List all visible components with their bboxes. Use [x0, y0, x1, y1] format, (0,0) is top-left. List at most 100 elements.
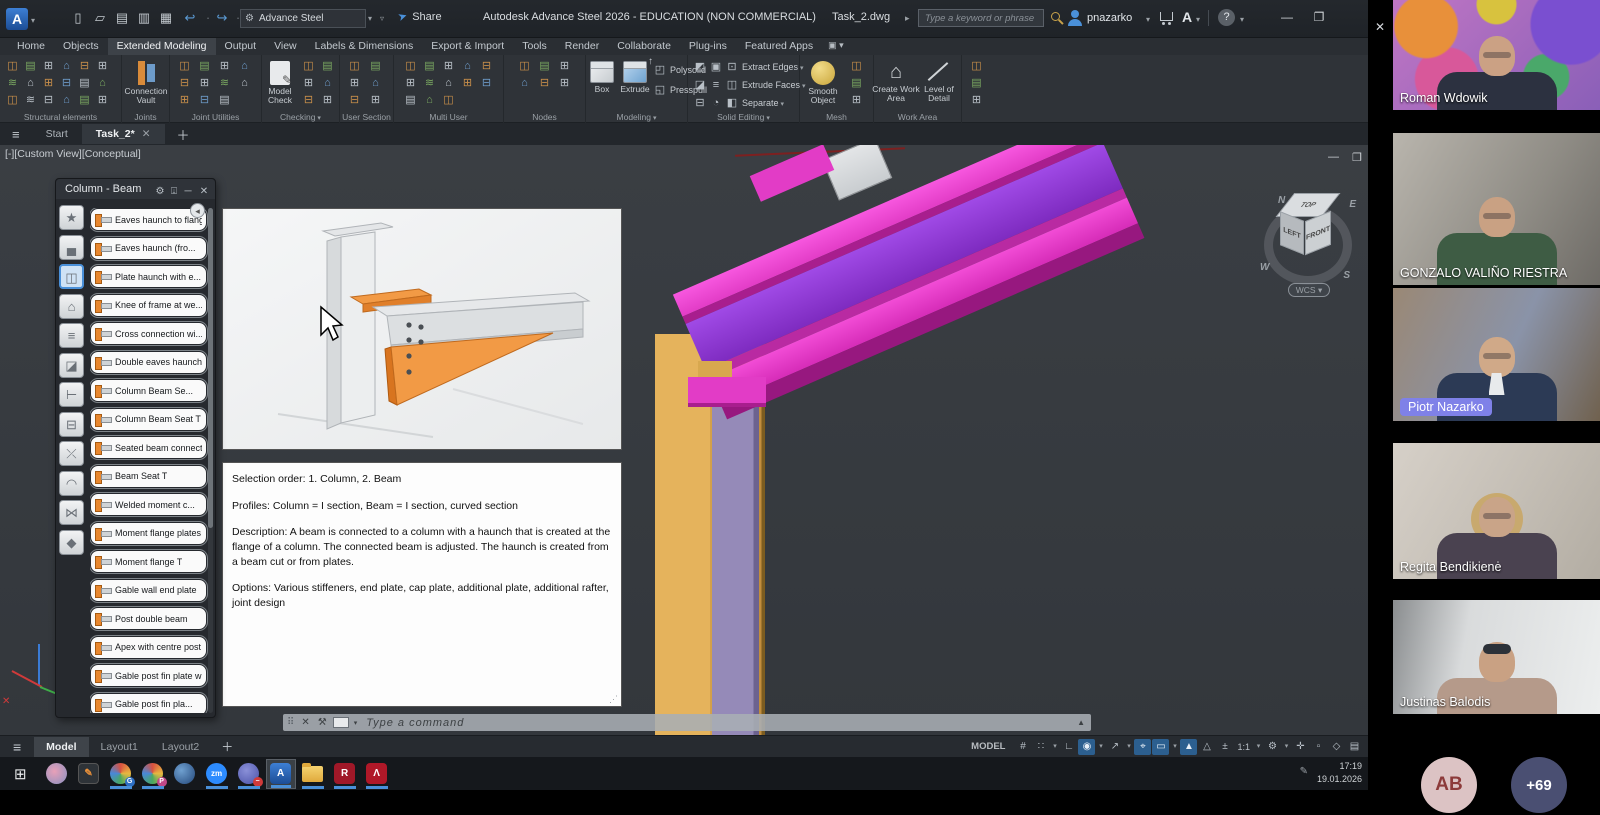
tab-view[interactable]: View [265, 38, 306, 55]
save-icon[interactable]: ▤ [112, 8, 132, 28]
tool-icon[interactable] [848, 75, 865, 92]
tool-icon[interactable] [516, 58, 533, 75]
panel-label[interactable]: Joints [122, 112, 169, 122]
panel-label[interactable]: Checking [262, 112, 339, 122]
tool-icon[interactable] [58, 58, 75, 75]
plot-icon[interactable]: ▦ [156, 8, 176, 28]
scale-chevron-icon[interactable]: ▾ [1254, 739, 1263, 755]
tab-plugins[interactable]: Plug-ins [680, 38, 736, 55]
tool-icon[interactable] [94, 75, 111, 92]
layout-menu-icon[interactable]: ≡ [0, 739, 34, 755]
tool-icon[interactable]: ⊡ [724, 60, 740, 73]
command-line[interactable]: ⠿ ✕ ⚒ ▾ Type a command ▲ [283, 714, 1091, 731]
more-participants-badge[interactable]: +69 [1511, 757, 1567, 813]
taskbar-zoom-icon[interactable]: zm [202, 759, 232, 789]
command-close-icon[interactable]: ✕ [297, 717, 313, 728]
tab-output[interactable]: Output [216, 38, 266, 55]
taskbar-browser-g-icon[interactable]: G [106, 759, 136, 789]
joint-list-item[interactable]: Seated beam connection [90, 436, 207, 459]
panel-label[interactable]: Multi User [394, 112, 503, 122]
snap-chevron-icon[interactable]: ▾ [1050, 739, 1059, 755]
tool-icon[interactable] [300, 92, 317, 109]
viewport-minimize-button[interactable]: — [1328, 151, 1339, 163]
tool-icon[interactable] [346, 75, 363, 92]
joint-list-item[interactable]: Beam Seat T [90, 465, 207, 488]
user-menu-chevron-icon[interactable]: ▾ [1146, 15, 1150, 24]
doc-tabs-menu-icon[interactable]: ≡ [0, 127, 32, 142]
help-icon[interactable]: ? [1218, 9, 1235, 26]
tool-icon[interactable] [440, 58, 457, 75]
tool-icon[interactable] [76, 75, 93, 92]
panel-label[interactable]: Work Area [874, 112, 961, 122]
isolate-objects-icon[interactable]: ▫ [1310, 739, 1327, 755]
taskbar-chrome-p-icon[interactable]: P [138, 759, 168, 789]
tool-icon[interactable] [367, 75, 384, 92]
command-drag-handle-icon[interactable]: ⠿ [283, 717, 297, 728]
joint-list-item[interactable]: Moment flange T [90, 550, 207, 573]
tool-icon[interactable] [40, 75, 57, 92]
palette-scrollbar[interactable] [208, 208, 213, 713]
panel-label[interactable]: User Section [340, 112, 393, 122]
tool-icon[interactable]: ≡ [708, 79, 724, 91]
command-recent-chevron-icon[interactable]: ▾ [351, 719, 361, 727]
joint-list-item[interactable]: Gable wall end plate [90, 579, 207, 602]
taskbar-file-explorer-icon[interactable] [298, 759, 328, 789]
tool-icon[interactable] [536, 58, 553, 75]
tool-icon[interactable] [300, 58, 317, 75]
separate-button[interactable]: Separate [742, 98, 784, 108]
tool-icon[interactable] [196, 75, 213, 92]
create-work-area-button[interactable]: ⌂ Create Work Area [872, 61, 920, 104]
store-cart-icon[interactable] [1160, 12, 1173, 21]
tool-icon[interactable] [4, 75, 21, 92]
tool-icon[interactable] [848, 58, 865, 75]
search-icon[interactable] [1051, 12, 1060, 21]
model-viewport[interactable]: [-][Custom View][Conceptual] — ❐ ✕ N E W… [0, 145, 1368, 735]
panel-label[interactable]: Modeling [586, 112, 687, 122]
customization-icon[interactable]: ▤ [1346, 739, 1363, 755]
command-expand-icon[interactable]: ▲ [1077, 718, 1085, 727]
taskbar-teams-icon[interactable]: − [234, 759, 264, 789]
resize-grip-icon[interactable]: ⋰ [609, 694, 618, 705]
taskbar-acrobat-icon[interactable]: Λ [362, 759, 392, 789]
participant-video-tile[interactable]: Regita Bendikienė [1393, 443, 1600, 579]
user-avatar-icon[interactable] [1068, 10, 1082, 26]
tool-icon[interactable] [968, 58, 985, 75]
joint-list-item[interactable]: Column Beam Seat T [90, 408, 207, 431]
tab-tools[interactable]: Tools [513, 38, 556, 55]
palette-pin-icon[interactable]: ⍗ [167, 182, 181, 202]
tool-icon[interactable] [236, 75, 253, 92]
palette-close-icon[interactable]: ✕ [197, 182, 211, 202]
workspace-chevron-icon[interactable]: ▾ [1282, 739, 1291, 755]
joint-list-item[interactable]: Column Beam Se... [90, 379, 207, 402]
tool-icon[interactable] [196, 58, 213, 75]
dynamic-input-icon[interactable]: ▭ [1152, 739, 1169, 755]
joint-list-item[interactable]: Gable post fin pla... [90, 693, 207, 714]
osnap-chevron-icon[interactable]: ▾ [1170, 739, 1179, 755]
tool-icon[interactable]: ▣ [708, 60, 724, 73]
annotation-visibility-icon[interactable]: ▲ [1180, 739, 1197, 755]
quick-access-overflow-icon[interactable]: ▿ [380, 14, 384, 23]
search-expand-icon[interactable]: ▸ [905, 13, 910, 24]
tool-icon[interactable] [402, 92, 419, 109]
category-arrows-icon[interactable]: ⋈ [59, 500, 84, 525]
joint-list-item[interactable]: Moment flange plates [90, 522, 207, 545]
tool-icon[interactable] [216, 75, 233, 92]
category-base-plates-icon[interactable]: ▄ [59, 235, 84, 260]
tab-export-import[interactable]: Export & Import [422, 38, 513, 55]
help-chevron-icon[interactable]: ▾ [1240, 15, 1244, 24]
connection-vault-button[interactable]: Connection Vault [123, 61, 169, 106]
autodesk-menu-chevron-icon[interactable]: ▾ [1196, 15, 1200, 24]
category-plate-icon[interactable]: ◆ [59, 530, 84, 555]
category-apex-icon[interactable]: ⌂ [59, 294, 84, 319]
tab-model[interactable]: Model [34, 737, 88, 757]
tool-icon[interactable] [76, 92, 93, 109]
window-close-button[interactable]: ✕ [1371, 20, 1389, 34]
tool-icon[interactable] [4, 58, 21, 75]
tool-icon[interactable] [367, 92, 384, 109]
palette-scrollbar-thumb[interactable] [208, 208, 213, 528]
panel-label[interactable]: Joint Utilities [170, 112, 261, 122]
viewport-controls-label[interactable]: [-][Custom View][Conceptual] [5, 148, 141, 160]
box-button[interactable]: Box [586, 61, 618, 94]
tool-icon[interactable] [367, 58, 384, 75]
extrude-button[interactable]: Extrude [618, 61, 652, 94]
